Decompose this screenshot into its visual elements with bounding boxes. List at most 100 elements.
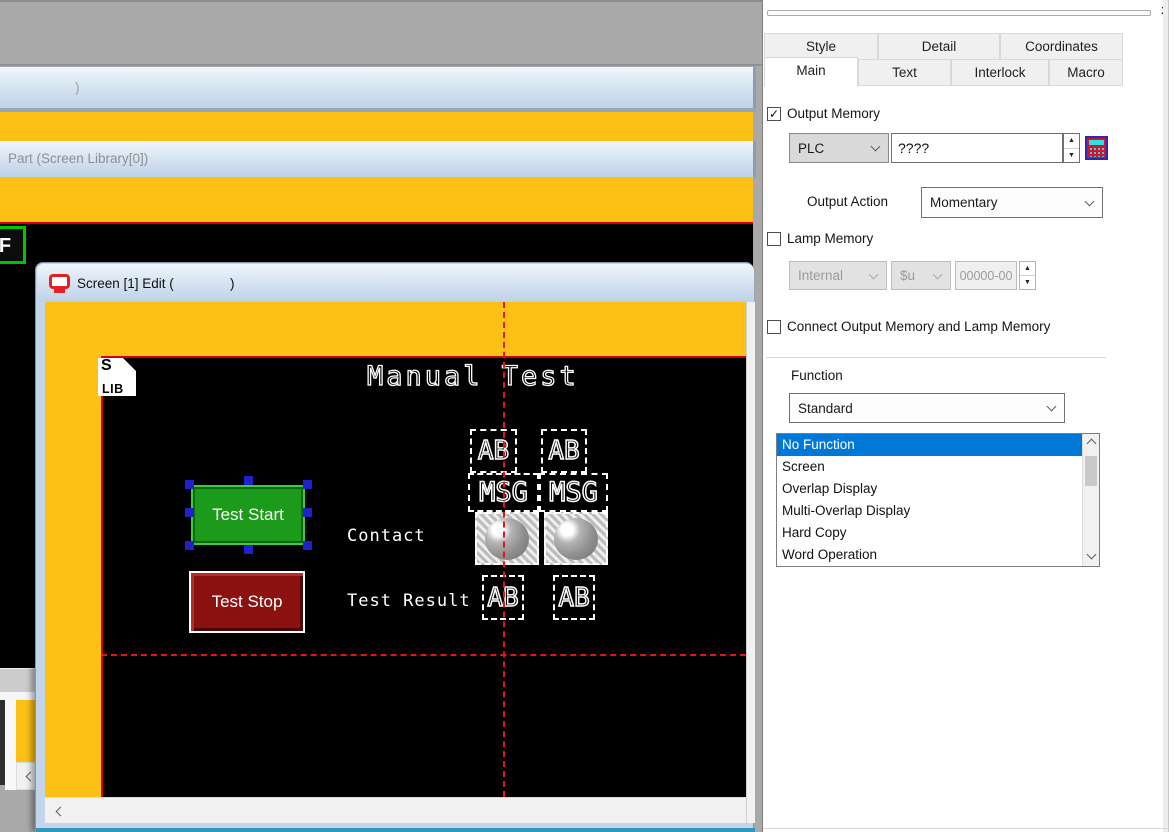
list-item-multi-overlap-display[interactable]: Multi-Overlap Display: [777, 500, 1083, 522]
chevron-left-icon: [55, 806, 65, 816]
contact-label[interactable]: Contact: [347, 526, 426, 546]
lamp-part-2[interactable]: [544, 512, 608, 565]
list-item-no-function[interactable]: No Function: [777, 434, 1083, 456]
lamp-part-1[interactable]: [475, 512, 539, 565]
panel-bottom-border: [763, 828, 1169, 829]
tab-coordinates[interactable]: Coordinates: [1000, 33, 1123, 60]
output-device-select[interactable]: PLC: [789, 133, 889, 163]
chevron-down-icon: [1085, 196, 1095, 206]
output-action-label: Output Action: [807, 194, 888, 209]
toolbar-strip: [0, 0, 762, 66]
connect-memory-checkbox[interactable]: [767, 320, 781, 334]
tab-interlock[interactable]: Interlock: [951, 59, 1049, 86]
lamp-address-stepper[interactable]: ▲ ▼: [1019, 261, 1036, 290]
lamp-circle: [485, 518, 529, 560]
list-item-hard-copy[interactable]: Hard Copy: [777, 522, 1083, 544]
calculator-keys-icon: [1089, 147, 1104, 157]
lamp-device-select: Internal: [789, 261, 887, 290]
output-address-stepper[interactable]: ▲ ▼: [1063, 133, 1080, 163]
selection-handle[interactable]: [244, 476, 253, 485]
slib-icon-caption: LIB: [102, 382, 124, 396]
list-item-overlap-display[interactable]: Overlap Display: [777, 478, 1083, 500]
background-window-canvas: [0, 112, 753, 141]
screen-edit-canvas[interactable]: S LIB Manual Test Test Start Test Stop C…: [45, 302, 746, 823]
result-part-ab-2[interactable]: AB: [553, 575, 595, 620]
library-part-label: F: [0, 235, 11, 257]
test-start-label: Test Start: [212, 505, 284, 525]
calculator-icon: [1089, 140, 1104, 145]
application-window: ) Part (Screen Library[0]) F: [0, 0, 1174, 832]
function-list-scrollbar[interactable]: [1082, 434, 1099, 566]
window-bottom-accent: [36, 828, 755, 832]
test-stop-switch[interactable]: Test Stop: [189, 571, 305, 633]
stepper-up-icon[interactable]: ▲: [1020, 262, 1035, 276]
list-item-screen[interactable]: Screen: [777, 456, 1083, 478]
screen-library-icon[interactable]: S LIB: [98, 358, 136, 396]
chevron-down-icon: [871, 142, 881, 152]
scrollbar-thumb[interactable]: [1085, 456, 1097, 486]
section-divider: [766, 357, 1106, 358]
chevron-down-icon: [1047, 402, 1057, 412]
part-window-titlebar[interactable]: Part (Screen Library[0]): [0, 141, 756, 177]
output-action-value: Momentary: [930, 195, 998, 210]
tab-main[interactable]: Main: [764, 57, 858, 87]
selection-handle[interactable]: [244, 545, 253, 554]
canvas-horizontal-scrollbar[interactable]: [45, 797, 746, 823]
canvas-scroll-left-button[interactable]: [49, 801, 71, 821]
message-part-ab-1[interactable]: AB: [470, 429, 517, 473]
test-result-label[interactable]: Test Result: [347, 591, 471, 611]
vertical-guide-line: [503, 302, 505, 797]
selection-handle[interactable]: [185, 508, 194, 517]
function-listbox[interactable]: No Function Screen Overlap Display Multi…: [776, 433, 1100, 567]
screen-monitor-icon: [49, 274, 70, 293]
selection-handle[interactable]: [185, 541, 194, 550]
function-label: Function: [791, 368, 843, 383]
message-part-msg-2[interactable]: MSG: [539, 473, 608, 512]
lamp-address-input: 00000-00: [955, 261, 1017, 290]
selection-handle[interactable]: [303, 508, 312, 517]
output-memory-checkbox[interactable]: ✓: [767, 107, 781, 121]
lamp-circle: [554, 518, 598, 560]
scroll-down-icon[interactable]: [1087, 550, 1097, 560]
list-item-word-operation[interactable]: Word Operation: [777, 544, 1083, 566]
stepper-down-icon[interactable]: ▼: [1020, 276, 1035, 289]
back-window-frame: [5, 700, 16, 792]
function-mode-select[interactable]: Standard: [789, 393, 1065, 423]
panel-right-border: [1168, 0, 1169, 832]
library-part-thumbnail[interactable]: F: [0, 226, 26, 264]
output-memory-label: Output Memory: [787, 106, 880, 121]
output-address-value: ????: [898, 140, 929, 156]
screen-edit-title: Screen [1] Edit ( ): [77, 276, 235, 291]
message-part-ab-2[interactable]: AB: [541, 429, 587, 473]
tab-detail[interactable]: Detail: [878, 33, 1000, 60]
scroll-up-icon[interactable]: [1087, 439, 1097, 449]
address-calculator-button[interactable]: [1085, 136, 1108, 160]
monitor-screen-shape: [49, 274, 70, 289]
tab-style[interactable]: Style: [764, 33, 878, 60]
part-canvas-margin: [0, 177, 753, 222]
selection-handle[interactable]: [303, 541, 312, 550]
stepper-up-icon[interactable]: ▲: [1064, 134, 1079, 149]
tab-macro[interactable]: Macro: [1049, 59, 1123, 86]
selection-handle[interactable]: [303, 480, 312, 489]
connect-memory-label: Connect Output Memory and Lamp Memory: [787, 319, 1050, 334]
panel-splitter-handle[interactable]: [767, 10, 1151, 16]
editor-workspace: ) Part (Screen Library[0]) F: [0, 0, 762, 832]
lamp-memory-label: Lamp Memory: [787, 231, 873, 246]
screen-edit-titlebar[interactable]: Screen [1] Edit ( ): [37, 264, 754, 302]
screen-heading-text[interactable]: Manual Test: [367, 361, 579, 392]
slib-icon-letter: S: [101, 358, 112, 375]
chevron-down-icon: [869, 269, 879, 279]
tab-text[interactable]: Text: [858, 59, 951, 86]
lamp-memory-checkbox[interactable]: [767, 232, 781, 246]
stepper-down-icon[interactable]: ▼: [1064, 149, 1079, 163]
lamp-device-value: Internal: [798, 268, 843, 283]
selection-handle[interactable]: [185, 480, 194, 489]
chevron-down-icon: [933, 269, 943, 279]
output-action-select[interactable]: Momentary: [921, 187, 1103, 218]
background-window-titlebar[interactable]: ): [0, 67, 756, 108]
canvas-vertical-scrollbar[interactable]: [746, 302, 755, 823]
output-address-input[interactable]: ????: [891, 133, 1063, 163]
part-window-title: Part (Screen Library[0]): [8, 151, 148, 166]
test-start-switch[interactable]: Test Start: [191, 485, 305, 545]
